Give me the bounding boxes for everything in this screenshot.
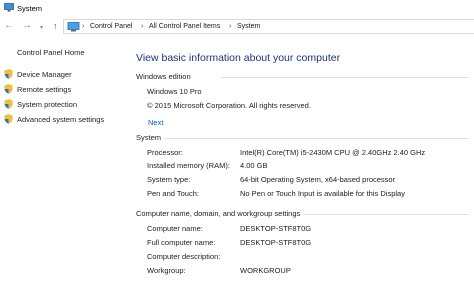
processor-label: Processor: xyxy=(147,148,183,157)
processor-value: Intel(R) Core(TM) i5-2430M CPU @ 2.40GHz… xyxy=(240,148,426,157)
workgroup-value: WORKGROUP xyxy=(240,266,291,275)
shield-icon xyxy=(4,114,13,124)
section-divider xyxy=(221,77,469,78)
workgroup-label: Workgroup: xyxy=(147,266,186,275)
sidebar-item-system-protection[interactable]: System protection xyxy=(17,100,77,109)
system-type-label: System type: xyxy=(147,175,191,184)
section-divider xyxy=(304,214,469,215)
control-panel-home-link[interactable]: Control Panel Home xyxy=(17,48,85,57)
next-link[interactable]: Next xyxy=(148,118,163,127)
computer-name-heading: Computer name, domain, and workgroup set… xyxy=(136,209,301,218)
full-computer-name-label: Full computer name: xyxy=(147,238,216,247)
edition-name: Windows 10 Pro xyxy=(147,87,202,96)
breadcrumb-system[interactable]: System xyxy=(237,23,260,30)
recent-locations-chevron-icon[interactable]: ▾ xyxy=(40,23,43,33)
breadcrumb-separator[interactable]: › xyxy=(141,23,143,30)
sidebar: Control Panel Home Device Manager Remote… xyxy=(0,36,126,283)
pen-touch-value: No Pen or Touch Input is available for t… xyxy=(240,189,405,198)
pen-touch-label: Pen and Touch: xyxy=(147,189,199,198)
shield-icon xyxy=(4,99,13,109)
computer-description-label: Computer description: xyxy=(147,252,221,261)
shield-icon xyxy=(4,69,13,79)
windows-edition-heading: Windows edition xyxy=(136,72,191,81)
sidebar-item-device-manager[interactable]: Device Manager xyxy=(17,70,72,79)
system-heading: System xyxy=(136,133,162,142)
forward-arrow-icon[interactable]: → xyxy=(22,21,32,31)
system-icon xyxy=(4,3,14,12)
navigation-bar: ← → ▾ ↑ › Control Panel › All Control Pa… xyxy=(0,17,474,36)
breadcrumb-control-panel[interactable]: Control Panel xyxy=(90,23,132,30)
memory-label: Installed memory (RAM): xyxy=(147,161,230,170)
title-bar: System xyxy=(0,0,474,16)
shield-icon xyxy=(4,84,13,94)
control-panel-icon xyxy=(67,22,80,32)
breadcrumb-separator[interactable]: › xyxy=(229,23,231,30)
address-bar[interactable]: › Control Panel › All Control Panel Item… xyxy=(63,19,474,34)
window-title: System xyxy=(17,4,43,13)
page-title: View basic information about your comput… xyxy=(136,52,341,64)
sidebar-item-advanced-system-settings[interactable]: Advanced system settings xyxy=(17,115,104,124)
sidebar-item-remote-settings[interactable]: Remote settings xyxy=(17,85,71,94)
up-arrow-icon[interactable]: ↑ xyxy=(53,21,58,31)
computer-name-label: Computer name: xyxy=(147,224,203,233)
system-type-value: 64-bit Operating System, x64-based proce… xyxy=(240,175,396,184)
section-divider xyxy=(164,138,469,139)
copyright-text: © 2015 Microsoft Corporation. All rights… xyxy=(147,101,311,110)
breadcrumb-all-items[interactable]: All Control Panel Items xyxy=(149,23,220,30)
back-arrow-icon[interactable]: ← xyxy=(4,21,14,31)
memory-value: 4.00 GB xyxy=(240,161,268,170)
breadcrumb-separator[interactable]: › xyxy=(82,23,84,30)
full-computer-name-value: DESKTOP-STF8T0G xyxy=(240,238,312,247)
computer-name-value: DESKTOP-STF8T0G xyxy=(240,224,312,233)
